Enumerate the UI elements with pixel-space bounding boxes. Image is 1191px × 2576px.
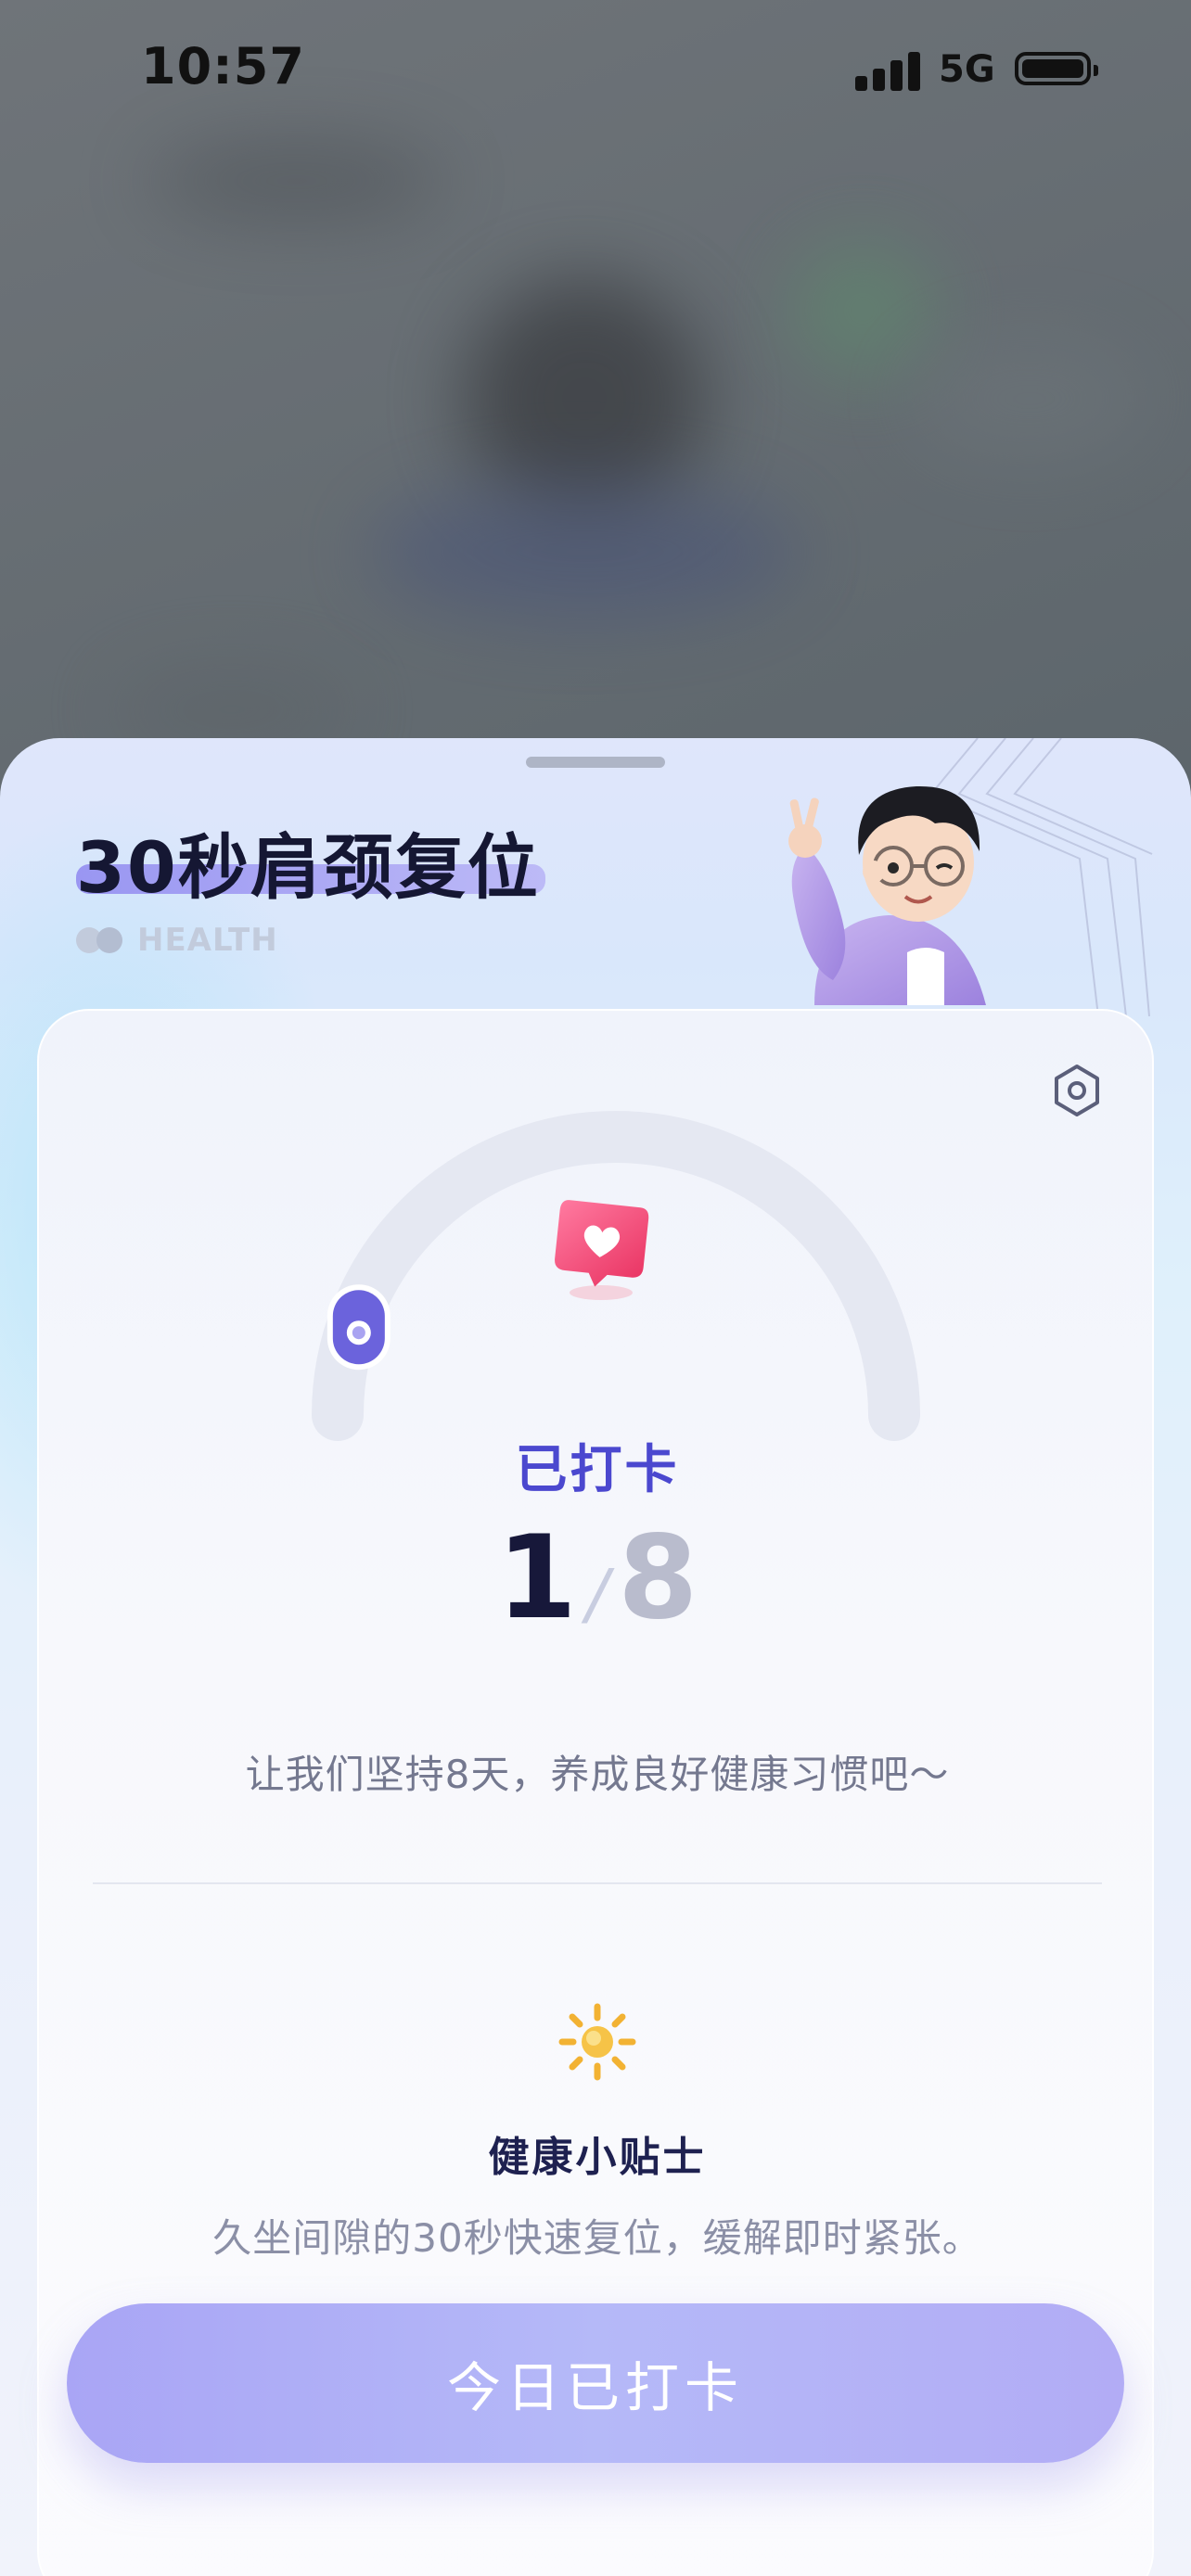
signal-icon (855, 50, 920, 91)
divider (93, 1882, 1102, 1884)
health-logo-icon (76, 925, 130, 956)
battery-icon (1015, 52, 1098, 85)
network-type: 5G (939, 48, 995, 91)
days-total: 8 (618, 1511, 698, 1645)
mascot-image (788, 785, 986, 1005)
tips-body-row: 久坐间隙的30秒快速复位，缓解即时紧张。 (39, 2207, 1156, 2264)
heart-bubble-icon (555, 1200, 649, 1300)
progress-count: 1/8 (39, 1511, 1156, 1645)
gauge-progress-knob (327, 1284, 391, 1371)
checkin-status-label: 已打卡 (515, 1440, 680, 1500)
bottom-sheet: 30秒肩颈复位 HEALTH 已打卡 1 /8 让我们坚持8天，养成良好健康习惯… (0, 738, 1191, 2576)
tips-title: 健康小贴士 (488, 2134, 707, 2181)
brand-text: HEALTH (137, 922, 278, 959)
status-time: 10:57 (141, 37, 305, 96)
settings-icon[interactable] (1048, 1062, 1106, 1119)
title-block: 30秒肩颈复位 (76, 810, 545, 912)
checkin-button-label: 今日已打卡 (446, 2356, 744, 2419)
tips-body: 久坐间隙的30秒快速复位，缓解即时紧张。 (209, 2207, 987, 2264)
sheet-handle[interactable] (526, 757, 665, 768)
days-done: 1 (496, 1511, 577, 1645)
count-separator: / (585, 1555, 609, 1633)
brand-badge: HEALTH (76, 922, 278, 959)
page-title: 30秒肩颈复位 (76, 826, 540, 909)
sun-icon (558, 2003, 636, 2081)
checkin-button[interactable]: 今日已打卡 (67, 2303, 1124, 2463)
encourage-text: 让我们坚持8天，养成良好健康习惯吧～ (245, 1752, 950, 1797)
status-bar: 10:57 5G (0, 0, 1191, 139)
